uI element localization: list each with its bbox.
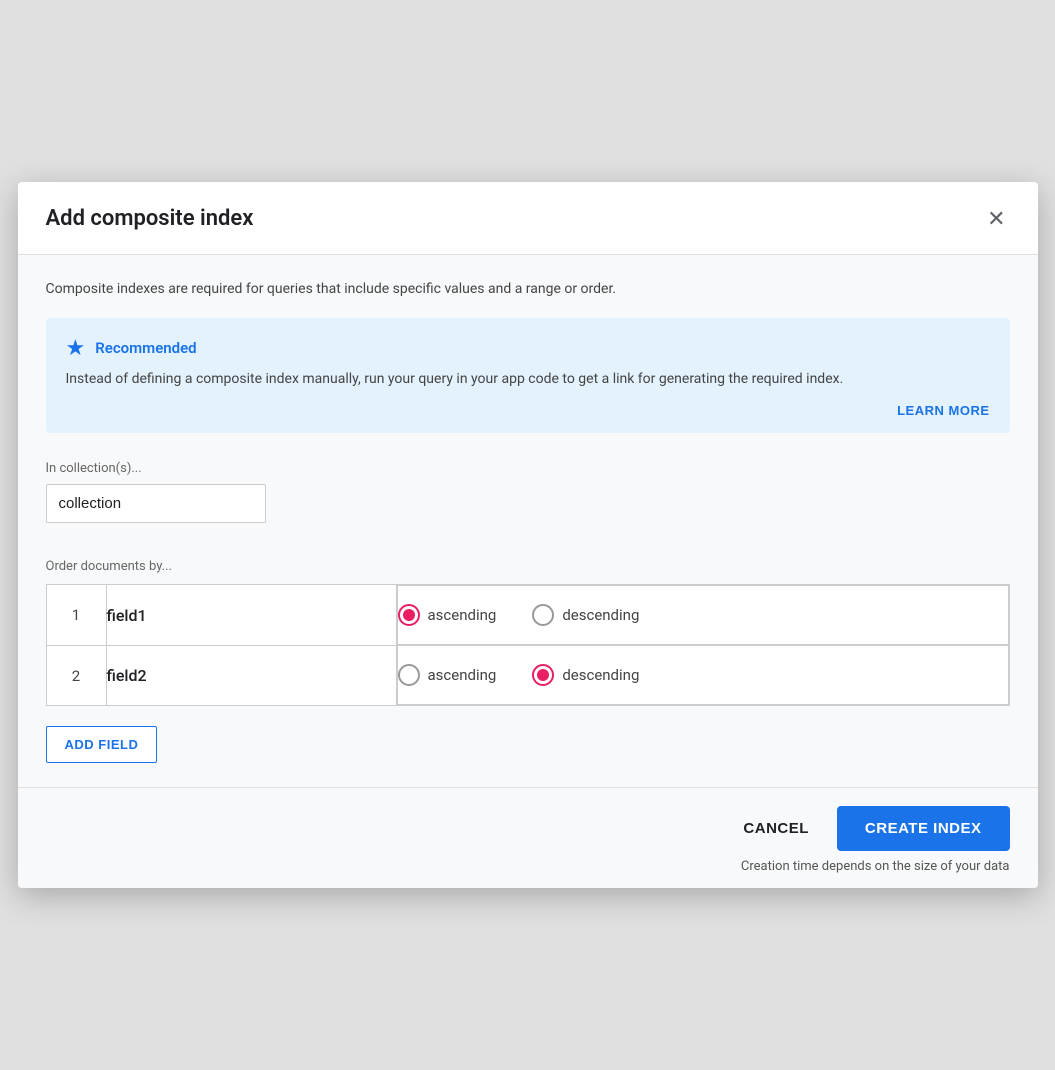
dialog-body: Composite indexes are required for queri… bbox=[18, 255, 1038, 789]
rec-title: Recommended bbox=[95, 339, 196, 357]
footer-note: Creation time depends on the size of you… bbox=[741, 859, 1010, 874]
table-row: 2 field2 ascending descending bbox=[46, 645, 1009, 706]
table-row: 1 field1 ascending descending bbox=[46, 585, 1009, 646]
field-options-1: ascending descending bbox=[397, 585, 1009, 645]
ascending-radio-1[interactable] bbox=[398, 604, 420, 626]
star-icon: ★ bbox=[66, 336, 86, 361]
descending-option-1[interactable]: descending bbox=[532, 604, 639, 626]
order-section: Order documents by... 1 field1 ascending bbox=[46, 559, 1010, 787]
create-index-button[interactable]: CREATE INDEX bbox=[837, 806, 1010, 851]
field-name-1: field1 bbox=[106, 585, 396, 646]
ascending-label-2: ascending bbox=[428, 666, 497, 684]
add-field-button[interactable]: ADD FIELD bbox=[46, 726, 158, 763]
row-number-1: 1 bbox=[46, 585, 106, 646]
ascending-option-1[interactable]: ascending bbox=[398, 604, 497, 626]
dialog-footer: CANCEL CREATE INDEX Creation time depend… bbox=[18, 788, 1038, 888]
order-label: Order documents by... bbox=[46, 559, 1010, 574]
ascending-option-2[interactable]: ascending bbox=[398, 664, 497, 686]
descending-radio-2[interactable] bbox=[532, 664, 554, 686]
cancel-button[interactable]: CANCEL bbox=[719, 806, 833, 851]
row-number-2: 2 bbox=[46, 645, 106, 706]
rec-header: ★ Recommended bbox=[66, 336, 990, 361]
field-name-2: field2 bbox=[106, 645, 396, 706]
description-text: Composite indexes are required for queri… bbox=[46, 279, 1010, 300]
collection-label: In collection(s)... bbox=[46, 461, 1010, 476]
descending-label-1: descending bbox=[562, 606, 639, 624]
dialog-title: Add composite index bbox=[46, 206, 254, 231]
dialog-header: Add composite index ✕ bbox=[18, 182, 1038, 255]
close-icon: ✕ bbox=[987, 206, 1005, 232]
fields-table: 1 field1 ascending descending bbox=[46, 584, 1010, 706]
descending-radio-1[interactable] bbox=[532, 604, 554, 626]
field-options-2: ascending descending bbox=[397, 645, 1009, 705]
recommendation-box: ★ Recommended Instead of defining a comp… bbox=[46, 318, 1010, 434]
add-composite-index-dialog: Add composite index ✕ Composite indexes … bbox=[18, 182, 1038, 889]
ascending-label-1: ascending bbox=[428, 606, 497, 624]
ascending-radio-2[interactable] bbox=[398, 664, 420, 686]
footer-buttons: CANCEL CREATE INDEX bbox=[719, 806, 1009, 851]
collection-input[interactable] bbox=[46, 484, 266, 523]
learn-more-button[interactable]: LEARN MORE bbox=[897, 403, 989, 418]
close-button[interactable]: ✕ bbox=[983, 202, 1009, 236]
descending-option-2[interactable]: descending bbox=[532, 664, 639, 686]
descending-label-2: descending bbox=[562, 666, 639, 684]
learn-more-row: LEARN MORE bbox=[66, 400, 990, 419]
rec-body: Instead of defining a composite index ma… bbox=[66, 369, 990, 391]
